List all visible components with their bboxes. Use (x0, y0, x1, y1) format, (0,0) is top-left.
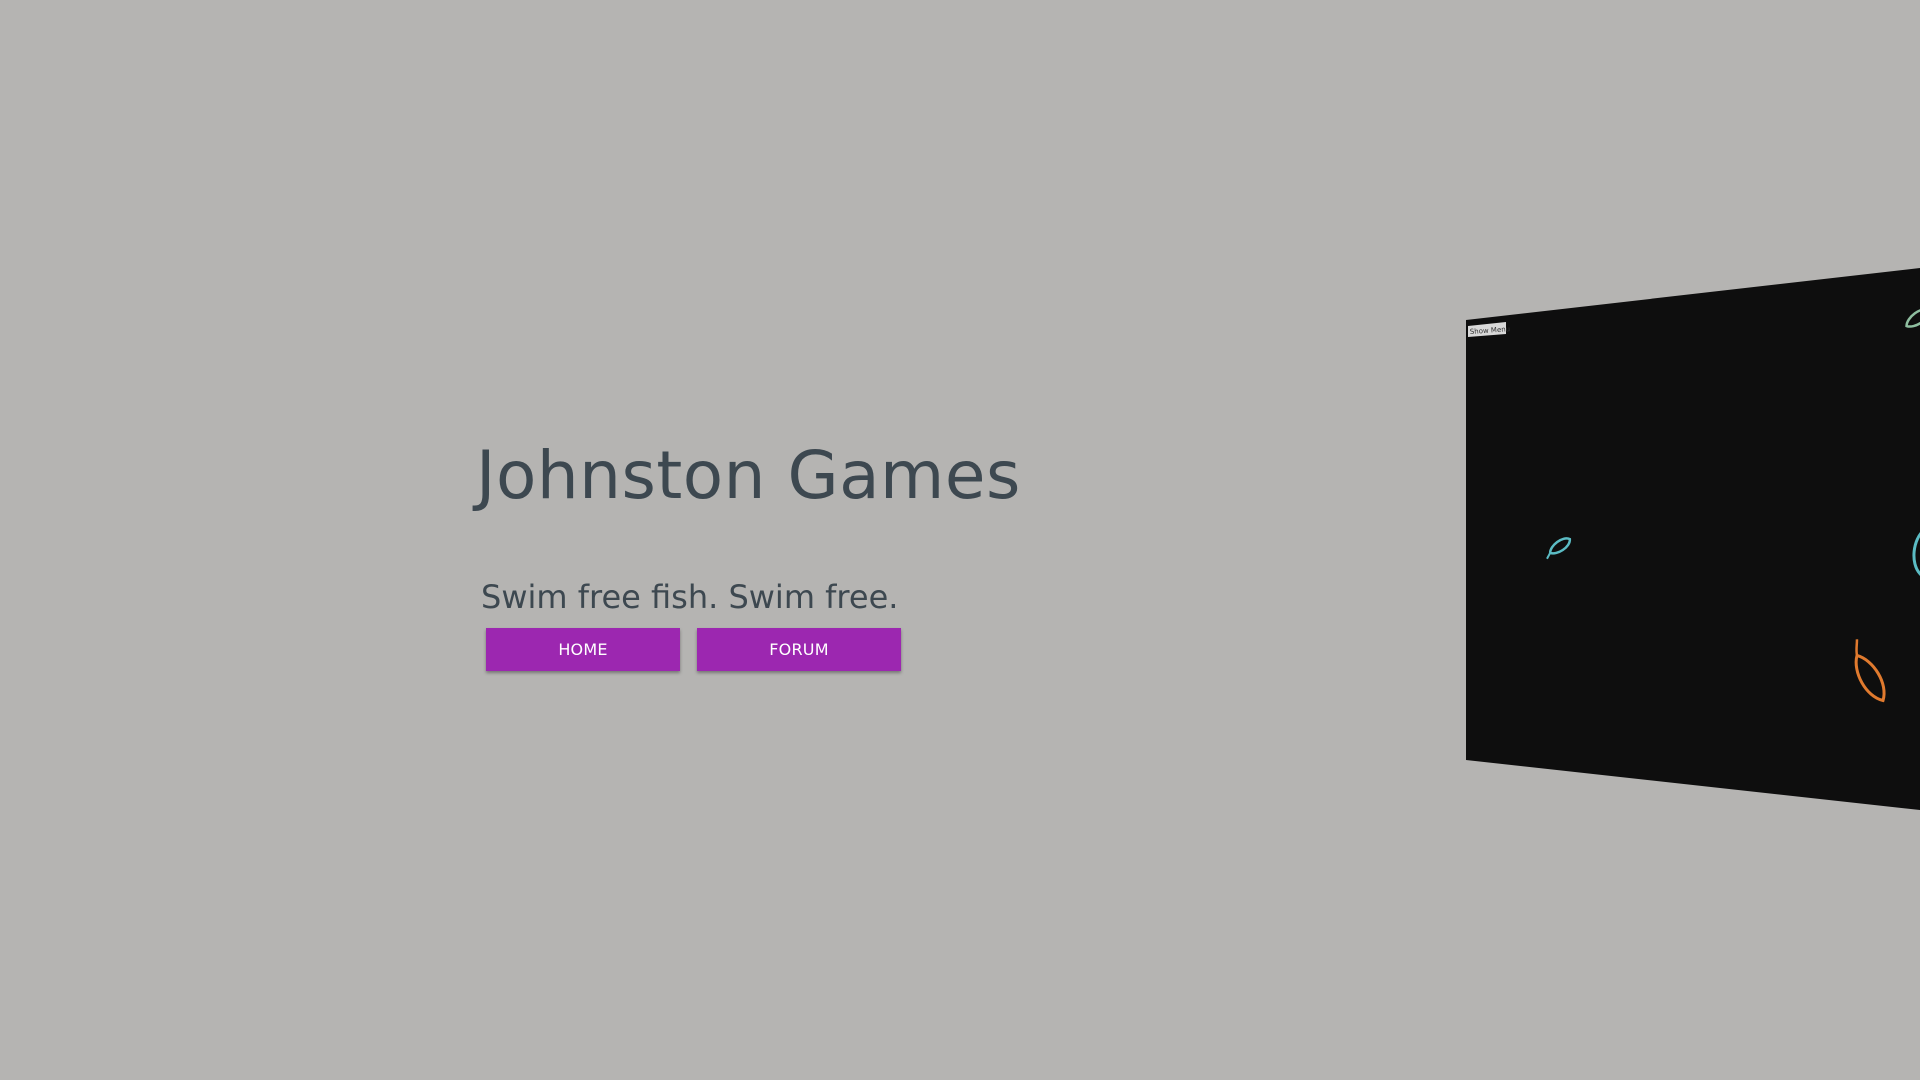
game-canvas-panel[interactable]: Show Menu (0, 0, 1920, 1080)
game-canvas-background (1466, 268, 1920, 810)
page: Johnston Games Swim free fish. Swim free… (0, 0, 1920, 1080)
